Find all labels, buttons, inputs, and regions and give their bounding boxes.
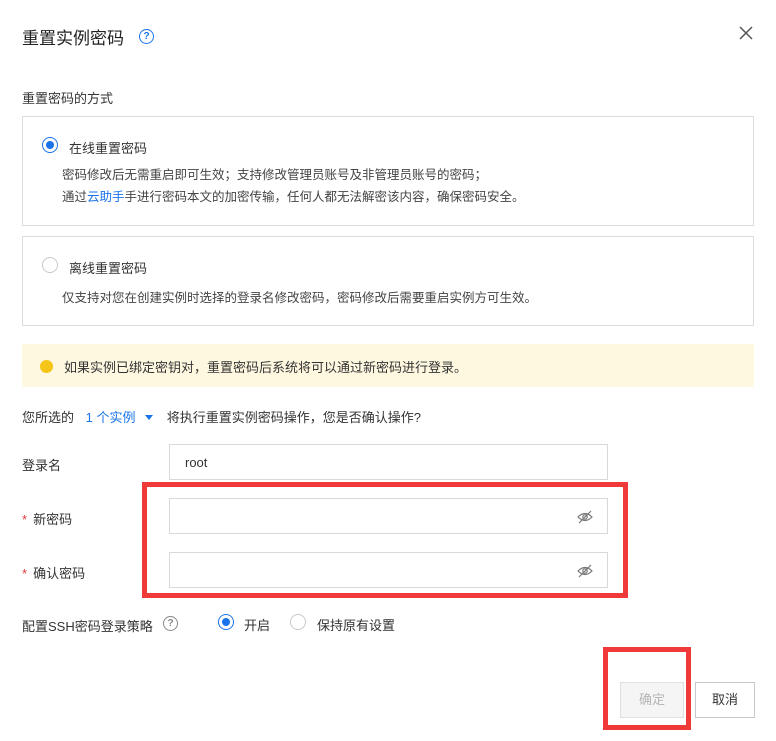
selection-suffix: 将执行重置实例密码操作，您是否确认操作? (166, 410, 421, 425)
ssh-policy-label: 配置SSH密码登录策略 (22, 619, 153, 634)
password-highlight-box (142, 482, 628, 598)
ssh-keep-radio[interactable] (290, 614, 306, 630)
desc-suffix: 手进行密码本文的加密传输，任何人都无法解密该内容，确保密码安全。 (124, 190, 525, 204)
ssh-keep-label: 保持原有设置 (317, 618, 396, 633)
close-icon[interactable] (737, 24, 755, 42)
login-name-value: root (185, 455, 208, 470)
cloud-assistant-link[interactable]: 云助手 (87, 190, 125, 204)
confirm-highlight-box (603, 647, 691, 730)
online-reset-desc-2: 通过云助手手进行密码本文的加密传输，任何人都无法解密该内容，确保密码安全。 (62, 186, 525, 208)
online-reset-label: 在线重置密码 (69, 141, 148, 156)
confirm-password-label: * 确认密码 (22, 563, 85, 582)
confirm-password-text: 确认密码 (33, 566, 86, 581)
selection-prefix: 您所选的 (22, 410, 75, 425)
ssh-enable-radio[interactable] (218, 614, 234, 630)
selection-summary: 您所选的 1 个实例 将执行重置实例密码操作，您是否确认操作? (22, 407, 421, 426)
notice-text: 如果实例已绑定密钥对，重置密码后系统将可以通过新密码进行登录。 (64, 360, 468, 375)
login-name-label: 登录名 (22, 458, 62, 473)
offline-reset-card[interactable]: 离线重置密码 仅支持对您在创建实例时选择的登录名修改密码，密码修改后需要重启实例… (22, 236, 754, 326)
desc-prefix: 通过 (62, 190, 88, 204)
login-name-field[interactable]: root (169, 444, 608, 480)
offline-reset-label: 离线重置密码 (69, 261, 148, 276)
online-reset-desc-1: 密码修改后无需重启即可生效；支持修改管理员账号及非管理员账号的密码； (62, 168, 488, 182)
instance-count-dropdown[interactable]: 1 个实例 (86, 410, 136, 425)
required-mark: * (22, 512, 28, 527)
dialog-title: 重置实例密码 (22, 29, 124, 48)
required-mark: * (22, 566, 28, 581)
warning-dot-icon (40, 360, 53, 373)
notice-banner: 如果实例已绑定密钥对，重置密码后系统将可以通过新密码进行登录。 (22, 344, 754, 387)
online-reset-card[interactable]: 在线重置密码 密码修改后无需重启即可生效；支持修改管理员账号及非管理员账号的密码… (22, 116, 754, 226)
reset-method-label: 重置密码的方式 (22, 91, 114, 106)
question-circle-icon[interactable]: ? (163, 616, 178, 631)
cancel-button[interactable]: 取消 (695, 682, 755, 718)
chevron-down-icon[interactable] (145, 415, 154, 420)
ssh-enable-label: 开启 (244, 618, 271, 633)
question-circle-icon[interactable]: ? (139, 29, 154, 44)
offline-reset-desc: 仅支持对您在创建实例时选择的登录名修改密码，密码修改后需要重启实例方可生效。 (62, 291, 538, 305)
online-reset-radio[interactable] (42, 137, 58, 153)
offline-reset-radio[interactable] (42, 257, 58, 273)
new-password-label: * 新密码 (22, 509, 72, 528)
new-password-text: 新密码 (33, 512, 73, 527)
